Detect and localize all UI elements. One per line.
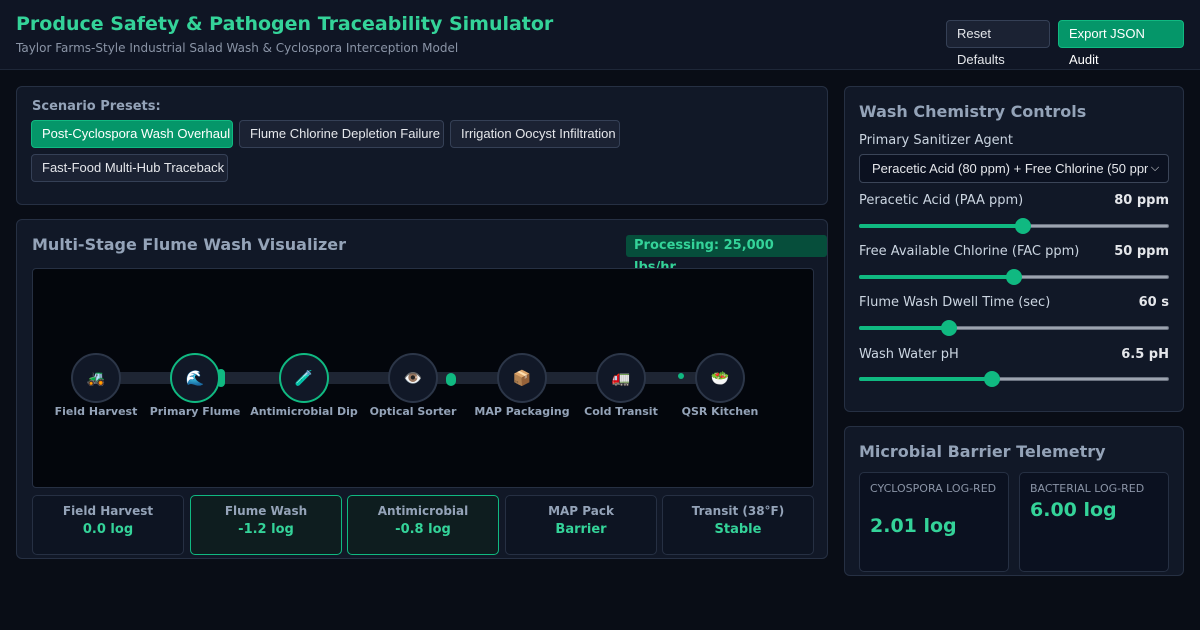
metric-value: 6.00 log	[1030, 499, 1117, 521]
visualizer-title: Multi-Stage Flume Wash Visualizer	[32, 235, 346, 254]
metric-card-bacterial: BACTERIAL LOG-RED 6.00 log	[1019, 472, 1169, 572]
node-label: QSR Kitchen	[681, 405, 759, 418]
metric-card-cyclospora: CYCLOSPORA LOG-RED 2.01 log	[859, 472, 1009, 572]
node-antimicrobial-dip[interactable]: 🧪	[279, 353, 329, 403]
telemetry-panel: Microbial Barrier Telemetry CYCLOSPORA L…	[844, 426, 1184, 576]
throughput-badge: Processing: 25,000 lbs/hr	[626, 235, 827, 275]
water-droplet	[446, 373, 456, 386]
node-cold-transit[interactable]: 🚛	[596, 353, 646, 403]
metric-value: 2.01 log	[870, 515, 957, 537]
stage-value: -1.2 log	[238, 522, 294, 537]
metric-label: BACTERIAL LOG-RED	[1030, 482, 1145, 495]
stage-value: 0.0 log	[82, 522, 134, 537]
slider-label: Peracetic Acid (PAA ppm)	[859, 193, 1024, 208]
export-json-button[interactable]: Export JSON Audit	[1058, 20, 1184, 67]
app-subtitle: Taylor Farms-Style Industrial Salad Wash…	[16, 41, 459, 55]
stage-name: MAP Pack	[548, 504, 614, 518]
stage-card-antimicrobial: Antimicrobial -0.8 log	[347, 495, 499, 555]
sanitizer-agent-value: Peracetic Acid (80 ppm) + Free Chlorine …	[872, 161, 1160, 176]
slider-fill	[859, 377, 993, 381]
preset-multi-hub-traceback-button[interactable]: Fast-Food Multi-Hub Traceback	[31, 154, 228, 182]
preset-chlorine-depletion-button[interactable]: Flume Chlorine Depletion Failure	[239, 120, 444, 148]
node-label: Optical Sorter	[369, 405, 457, 418]
flume-canvas: 🚜 🌊 🧪 👁️ 📦 🚛 🥗 Field Harvest Primary Flu…	[32, 268, 814, 488]
ph-slider[interactable]	[859, 371, 1169, 387]
eye-icon: 👁️	[403, 369, 423, 387]
node-primary-flume[interactable]: 🌊	[170, 353, 220, 403]
node-label: MAP Packaging	[474, 405, 570, 418]
stage-name: Field Harvest	[62, 504, 154, 518]
slider-value: 6.5 pH	[1121, 347, 1169, 362]
app-header: Produce Safety & Pathogen Traceability S…	[0, 0, 1200, 70]
package-icon: 📦	[512, 369, 532, 387]
app-title: Produce Safety & Pathogen Traceability S…	[16, 13, 554, 35]
presets-label: Scenario Presets:	[32, 99, 161, 114]
fac-slider[interactable]	[859, 269, 1169, 285]
telemetry-title: Microbial Barrier Telemetry	[859, 442, 1106, 461]
slider-thumb[interactable]	[1015, 218, 1032, 234]
sanitizer-agent-select[interactable]: Peracetic Acid (80 ppm) + Free Chlorine …	[859, 154, 1169, 183]
sanitizer-agent-label: Primary Sanitizer Agent	[859, 133, 1013, 148]
salad-icon: 🥗	[710, 369, 730, 387]
chemistry-title: Wash Chemistry Controls	[859, 102, 1087, 121]
metric-label: CYCLOSPORA LOG-RED	[870, 482, 997, 495]
preset-irrigation-infiltration-button[interactable]: Irrigation Oocyst Infiltration	[450, 120, 620, 148]
scenario-presets-panel: Scenario Presets: Post-Cyclospora Wash O…	[16, 86, 828, 205]
node-qsr-kitchen[interactable]: 🥗	[695, 353, 745, 403]
stage-card-flume-wash: Flume Wash -1.2 log	[190, 495, 342, 555]
slider-thumb[interactable]	[1006, 269, 1022, 285]
slider-thumb[interactable]	[984, 371, 1001, 387]
stage-value: Barrier	[555, 522, 607, 537]
stage-name: Transit (38°F)	[691, 504, 785, 518]
slider-fill	[859, 326, 949, 330]
water-droplet	[678, 373, 684, 379]
dwell-time-slider[interactable]	[859, 320, 1169, 336]
stage-card-transit: Transit (38°F) Stable	[662, 495, 814, 555]
slider-fill	[859, 224, 1024, 228]
test-tube-icon: 🧪	[294, 369, 314, 387]
wave-icon: 🌊	[185, 369, 205, 387]
slider-label: Free Available Chlorine (FAC ppm)	[859, 244, 1080, 259]
paa-slider[interactable]	[859, 218, 1169, 234]
stage-card-field-harvest: Field Harvest 0.0 log	[32, 495, 184, 555]
flume-visualizer-panel: Multi-Stage Flume Wash Visualizer Proces…	[16, 219, 828, 559]
slider-value: 80 ppm	[1114, 193, 1169, 208]
node-field-harvest[interactable]: 🚜	[71, 353, 121, 403]
slider-label: Flume Wash Dwell Time (sec)	[859, 295, 1051, 310]
tractor-icon: 🚜	[86, 369, 106, 387]
node-label: Cold Transit	[584, 405, 658, 418]
node-label: Antimicrobial Dip	[250, 405, 358, 418]
slider-value: 60 s	[1138, 295, 1169, 310]
slider-fill	[859, 275, 1014, 279]
node-map-packaging[interactable]: 📦	[497, 353, 547, 403]
node-label: Primary Flume	[149, 405, 241, 418]
reset-defaults-button[interactable]: Reset Defaults	[946, 20, 1050, 67]
node-label: Field Harvest	[54, 405, 138, 418]
stage-name: Flume Wash	[224, 504, 308, 518]
slider-thumb[interactable]	[940, 320, 957, 336]
preset-wash-overhaul-button[interactable]: Post-Cyclospora Wash Overhaul	[31, 120, 233, 148]
stage-value: -0.8 log	[395, 522, 451, 537]
chevron-down-icon: ⌵	[1148, 155, 1162, 182]
wash-chemistry-panel: Wash Chemistry Controls Primary Sanitize…	[844, 86, 1184, 412]
stage-card-map-pack: MAP Pack Barrier	[505, 495, 657, 555]
node-optical-sorter[interactable]: 👁️	[388, 353, 438, 403]
stage-value: Stable	[714, 522, 762, 537]
stage-name: Antimicrobial	[377, 504, 469, 518]
truck-icon: 🚛	[611, 369, 631, 387]
slider-value: 50 ppm	[1114, 244, 1169, 259]
slider-label: Wash Water pH	[859, 347, 959, 362]
